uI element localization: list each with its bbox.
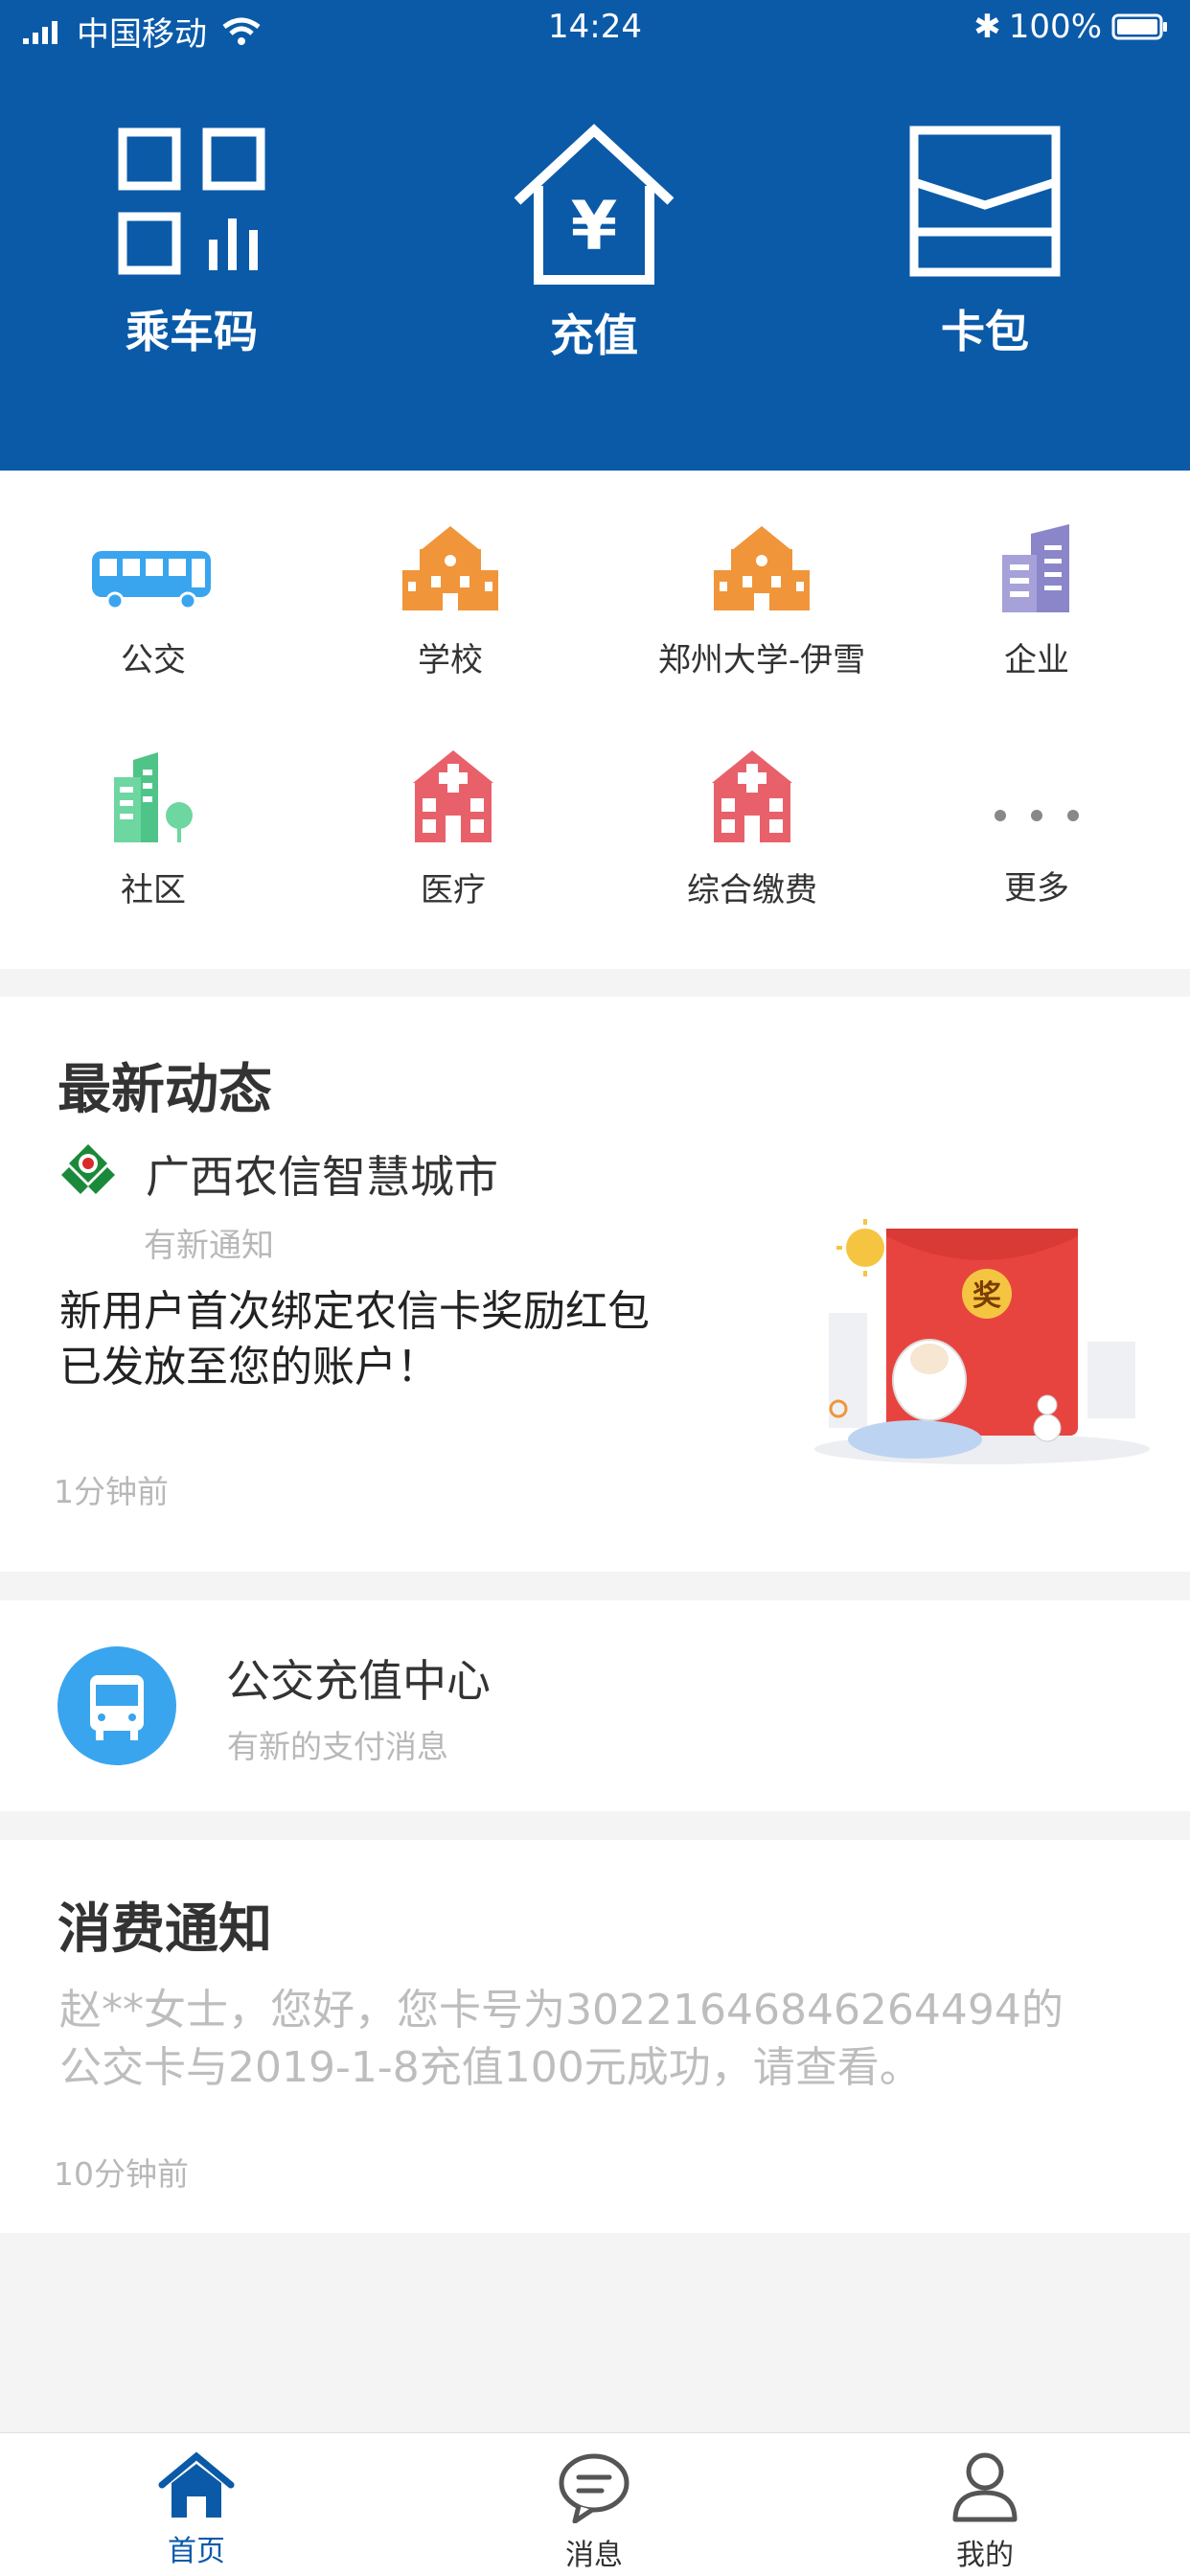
yen-house-icon: ¥ (514, 124, 675, 285)
service-enterprise-label: 企业 (1004, 641, 1069, 679)
news-time: 1分钟前 (54, 1473, 169, 1510)
ride-code-button[interactable]: 乘车码 (48, 125, 335, 360)
service-enterprise[interactable]: 企业 (893, 509, 1180, 680)
profile-icon (952, 2452, 1018, 2522)
tab-messages[interactable]: 消息 (498, 2450, 690, 2573)
hospital-icon (712, 750, 792, 842)
qr-code-icon (118, 127, 265, 275)
card-wallet-icon (909, 126, 1061, 277)
tab-home-label: 首页 (168, 2535, 225, 2568)
bluetooth-icon: ✱ (973, 8, 1001, 46)
tab-profile[interactable]: 我的 (889, 2450, 1081, 2573)
consumption-time: 10分钟前 (54, 2155, 189, 2193)
battery-icon (1111, 13, 1167, 40)
tab-home[interactable]: 首页 (101, 2450, 292, 2569)
service-more[interactable]: 更多 (893, 739, 1180, 908)
news-card[interactable]: 最新动态 广西农信智慧城市 有新通知 新用户首次绑定农信卡奖励红包 已发放至您的… (0, 997, 1190, 1572)
service-zzu[interactable]: 郑州大学-伊雪 (618, 509, 905, 680)
tab-messages-label: 消息 (565, 2539, 623, 2572)
consumption-message-line1: 赵**女士，您好，您卡号为3022164684626449​4的 (59, 1986, 1064, 2035)
news-message-line2: 已发放至您的账户！ (59, 1343, 439, 1392)
bus-icon (92, 551, 211, 610)
service-medical-label: 医疗 (421, 871, 486, 909)
service-payment-label: 综合缴费 (687, 871, 817, 909)
message-icon (559, 2453, 629, 2524)
bus-center-icon (57, 1646, 176, 1765)
news-source: 广西农信智慧城市 (146, 1151, 498, 1203)
school-icon (714, 526, 810, 610)
consumption-notice-card[interactable]: 消费通知 赵**女士，您好，您卡号为3022164684626449​4的 公交… (0, 1840, 1190, 2233)
battery-percent: 100% (1008, 8, 1102, 46)
ride-code-label: 乘车码 (126, 306, 258, 357)
status-bar: 中国移动 14:24 ✱ 100% (0, 0, 1190, 58)
service-zzu-label: 郑州大学-伊雪 (657, 641, 866, 679)
recharge-button[interactable]: ¥ 充值 (450, 123, 738, 364)
recharge-label: 充值 (550, 310, 638, 361)
more-dots-icon (995, 810, 1079, 821)
service-school-label: 学校 (418, 641, 483, 679)
bus-center-subtitle: 有新的支付消息 (227, 1728, 448, 1765)
news-message: 新用户首次绑定农信卡奖励红包 已发放至您的账户！ (59, 1284, 650, 1395)
reward-badge-text: 奖 (973, 1279, 1001, 1313)
news-title: 最新动态 (57, 1059, 272, 1121)
service-bus[interactable]: 公交 (10, 509, 297, 680)
bus-center-title: 公交充值中心 (226, 1655, 491, 1707)
top-header: 中国移动 14:24 ✱ 100% 乘车码 ¥ 充值 卡包 (0, 0, 1190, 471)
svg-text:¥: ¥ (571, 187, 618, 265)
services-grid: 公交 学校 郑州大学-伊雪 企业 社区 医疗 综合缴费 更多 (0, 471, 1190, 969)
card-wallet-button[interactable]: 卡包 (841, 125, 1129, 360)
service-school[interactable]: 学校 (307, 509, 594, 680)
community-building-icon (114, 752, 193, 842)
service-more-label: 更多 (1004, 869, 1069, 908)
news-subtitle: 有新通知 (144, 1227, 274, 1265)
status-right: ✱ 100% (973, 8, 1169, 46)
bottom-tab-bar: 首页 消息 我的 (0, 2432, 1190, 2576)
service-payment[interactable]: 综合缴费 (608, 739, 896, 910)
consumption-title: 消费通知 (57, 1898, 272, 1961)
tab-profile-label: 我的 (956, 2539, 1014, 2572)
school-icon (402, 526, 498, 610)
card-wallet-label: 卡包 (941, 306, 1029, 357)
bus-recharge-center-card[interactable]: 公交充值中心 有新的支付消息 (0, 1600, 1190, 1811)
service-medical[interactable]: 医疗 (309, 739, 597, 910)
news-message-line1: 新用户首次绑定农信卡奖励红包 (59, 1287, 650, 1336)
service-bus-label: 公交 (121, 641, 186, 679)
hospital-icon (413, 750, 493, 842)
service-community-label: 社区 (121, 871, 186, 909)
service-community[interactable]: 社区 (10, 739, 297, 910)
consumption-message: 赵**女士，您好，您卡号为3022164684626449​4的 公交卡与201… (59, 1982, 1064, 2097)
consumption-message-line2: 公交卡与2019-1-8充值100元成功，请查看。 (59, 2043, 922, 2092)
home-icon (158, 2451, 235, 2518)
red-envelope-illustration: 奖 (814, 1219, 1150, 1464)
enterprise-building-icon (1002, 524, 1069, 612)
rural-credit-logo-icon (61, 1144, 115, 1194)
